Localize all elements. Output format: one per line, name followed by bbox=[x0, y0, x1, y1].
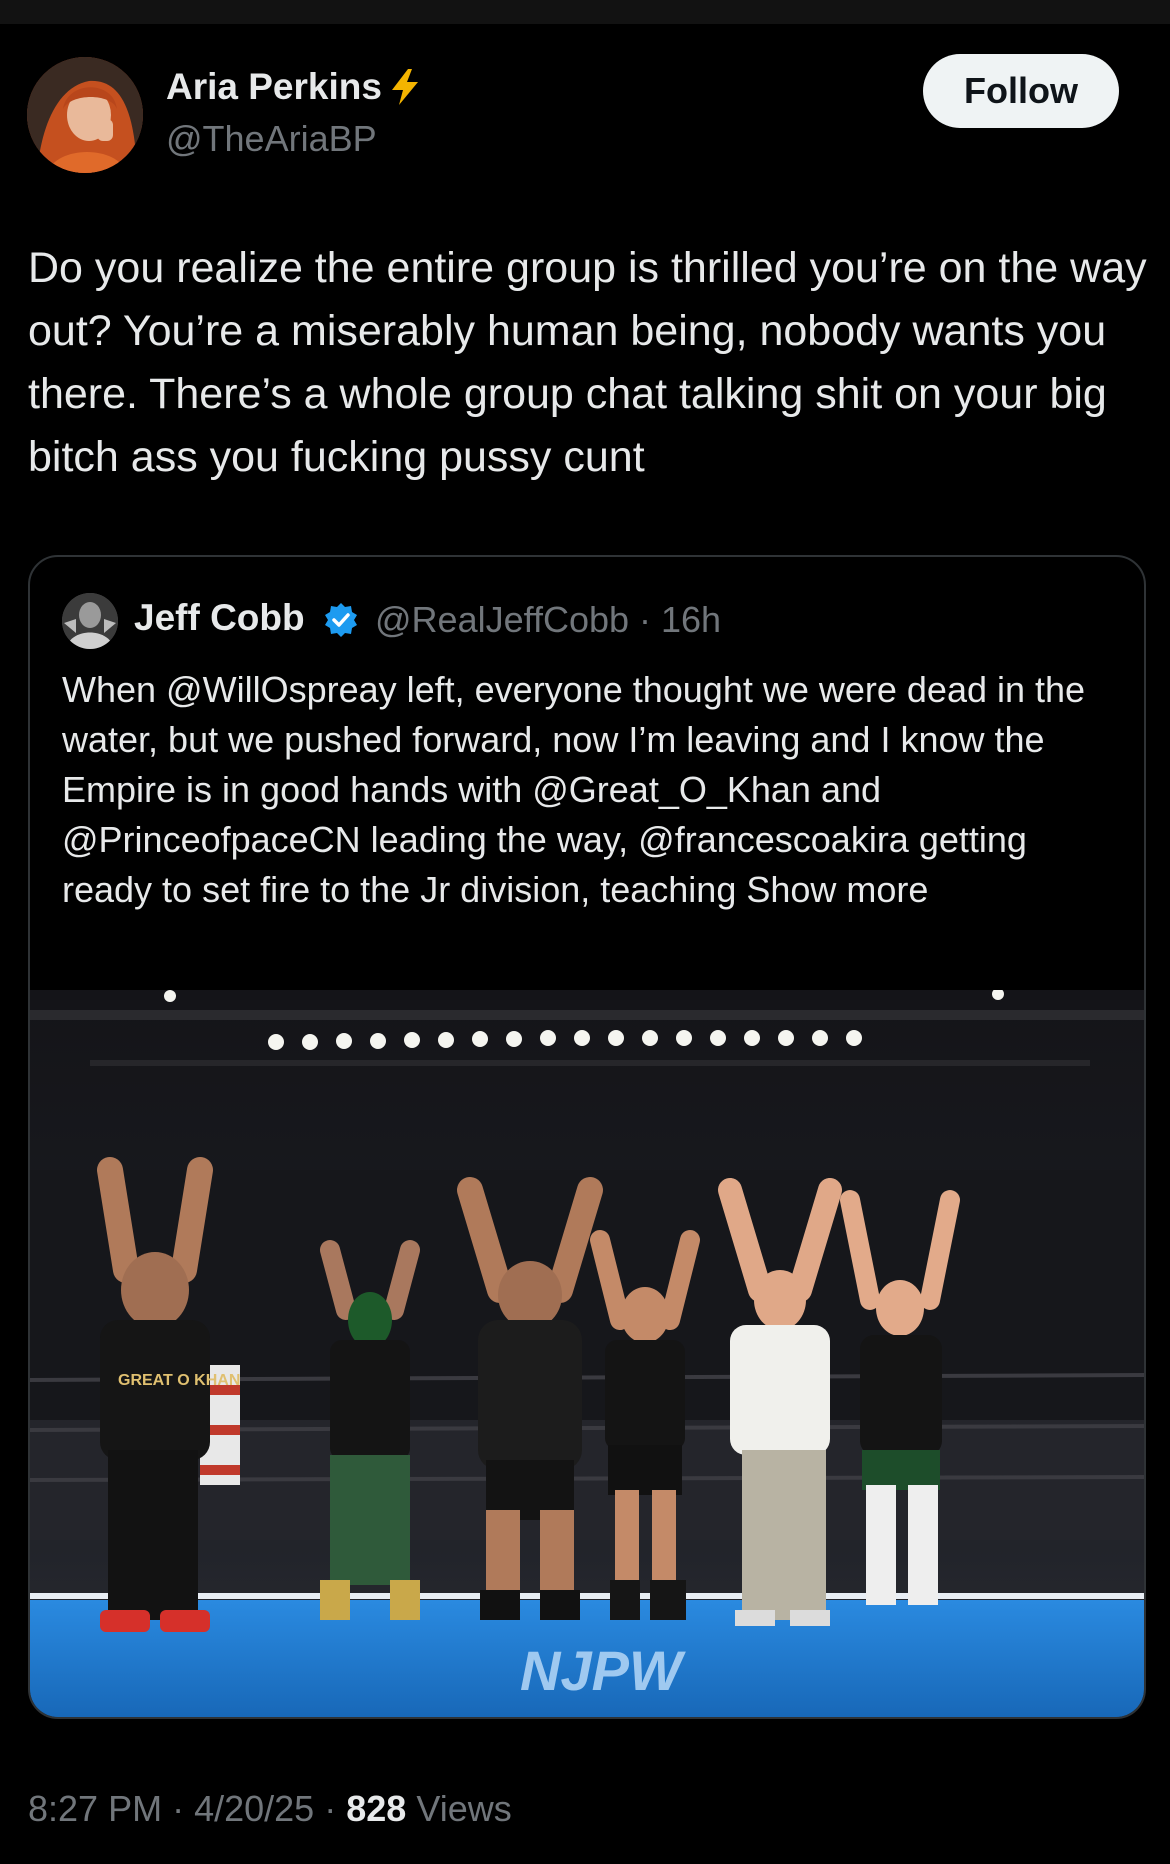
author-handle[interactable]: @TheAriaBP bbox=[166, 118, 377, 160]
shirt-print-text: GREAT O KHAN bbox=[118, 1372, 240, 1389]
author-avatar-image bbox=[27, 57, 143, 173]
meta-separator: · bbox=[324, 1788, 347, 1829]
lightning-bolt-icon bbox=[391, 69, 418, 105]
views-count: 828 bbox=[346, 1788, 407, 1829]
meta-separator: · bbox=[172, 1788, 195, 1829]
wrestler-figure bbox=[320, 1240, 420, 1620]
tweet-text: Do you realize the entire group is thril… bbox=[28, 244, 1147, 481]
mat-banner-text: NJPW bbox=[520, 1639, 686, 1702]
quote-author-avatar[interactable] bbox=[62, 593, 118, 649]
tweet-meta: 8:27 PM · 4/20/25 · 828 Views bbox=[28, 1788, 512, 1830]
tweet-time[interactable]: 8:27 PM bbox=[28, 1788, 162, 1829]
verified-badge-icon bbox=[325, 603, 357, 637]
quote-text: When @WillOspreay left, everyone thought… bbox=[62, 669, 1086, 910]
wrestlers-ring-photo: NJPW GREAT O KHAN bbox=[30, 990, 1144, 1717]
quote-handle-time[interactable]: @RealJeffCobb · 16h bbox=[375, 599, 721, 641]
tweet-date[interactable]: 4/20/25 bbox=[194, 1788, 314, 1829]
author-name[interactable]: Aria Perkins bbox=[166, 66, 382, 108]
author-name-row[interactable]: Aria Perkins bbox=[166, 66, 422, 108]
follow-button[interactable]: Follow bbox=[923, 54, 1119, 128]
status-bar bbox=[0, 0, 1170, 24]
quote-author-name[interactable]: Jeff Cobb bbox=[134, 597, 305, 639]
quote-tweet-card[interactable]: Jeff Cobb @RealJeffCobb · 16h When @Will… bbox=[28, 555, 1146, 1719]
views-label: Views bbox=[416, 1788, 512, 1829]
quote-photo[interactable]: NJPW GREAT O KHAN bbox=[30, 990, 1144, 1717]
quote-avatar-image bbox=[62, 593, 118, 649]
author-avatar[interactable] bbox=[27, 57, 143, 173]
